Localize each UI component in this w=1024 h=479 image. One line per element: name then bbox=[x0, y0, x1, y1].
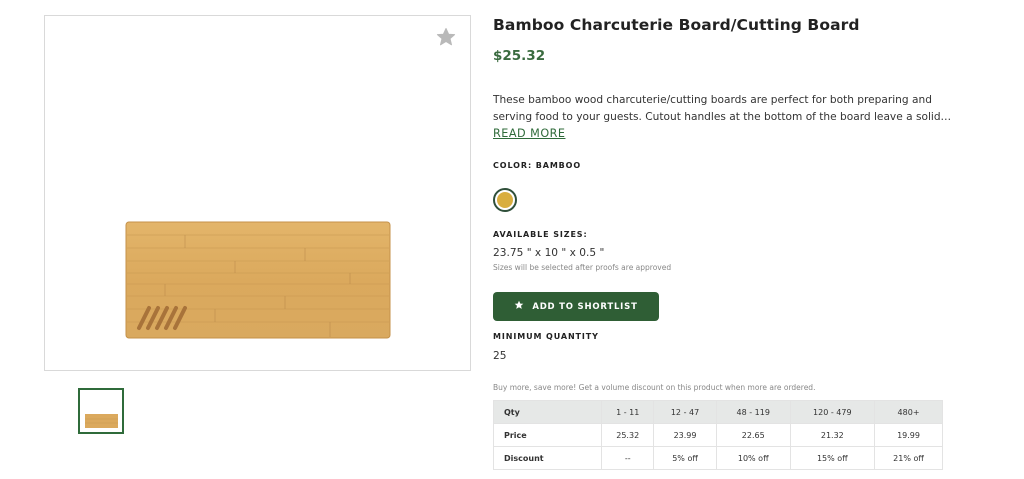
table-cell: 22.65 bbox=[715, 423, 791, 447]
table-cell: 21% off bbox=[874, 446, 943, 470]
table-row: Discount -- 5% off 10% off 15% off 21% o… bbox=[492, 446, 943, 470]
table-cell: 21.32 bbox=[789, 423, 876, 447]
minimum-quantity-label: MINIMUM QUANTITY bbox=[493, 332, 599, 341]
header-cell: 48 - 119 bbox=[715, 400, 791, 424]
volume-pricing-table: Qty 1 - 11 12 - 47 48 - 119 120 - 479 48… bbox=[492, 400, 943, 470]
shortlist-label: ADD TO SHORTLIST bbox=[532, 301, 638, 312]
size-value: 23.75 " x 10 " x 0.5 " bbox=[493, 247, 605, 259]
table-cell: 23.99 bbox=[653, 423, 717, 447]
color-label: COLOR: BAMBOO bbox=[493, 161, 582, 170]
cutting-board-illustration bbox=[125, 221, 391, 339]
color-swatch-fill bbox=[497, 192, 513, 208]
favorite-star-icon[interactable] bbox=[436, 27, 456, 47]
table-cell: -- bbox=[601, 446, 655, 470]
table-cell: 5% off bbox=[653, 446, 717, 470]
header-cell: 1 - 11 bbox=[601, 400, 655, 424]
table-cell: 10% off bbox=[715, 446, 791, 470]
table-cell: 19.99 bbox=[874, 423, 943, 447]
color-swatch-bamboo[interactable] bbox=[493, 188, 517, 212]
minimum-quantity-value: 25 bbox=[493, 350, 507, 362]
read-more-link[interactable]: READ MORE bbox=[493, 127, 565, 140]
product-price: $25.32 bbox=[493, 48, 546, 64]
product-description: These bamboo wood charcuterie/cutting bo… bbox=[493, 92, 953, 125]
header-cell: 120 - 479 bbox=[789, 400, 876, 424]
description-line: These bamboo wood charcuterie/cutting bo… bbox=[493, 94, 932, 106]
header-cell: Qty bbox=[492, 400, 603, 424]
size-note: Sizes will be selected after proofs are … bbox=[493, 263, 672, 272]
available-sizes-label: AVAILABLE SIZES: bbox=[493, 230, 588, 239]
table-cell: 25.32 bbox=[601, 423, 655, 447]
header-cell: 12 - 47 bbox=[653, 400, 717, 424]
product-thumbnail[interactable] bbox=[78, 388, 124, 434]
description-line: serving food to your guests. Cutout hand… bbox=[493, 110, 952, 123]
star-icon bbox=[514, 300, 524, 313]
table-cell: 15% off bbox=[789, 446, 876, 470]
header-cell: 480+ bbox=[874, 400, 943, 424]
table-row: Price 25.32 23.99 22.65 21.32 19.99 bbox=[492, 423, 943, 447]
product-title: Bamboo Charcuterie Board/Cutting Board bbox=[493, 16, 860, 34]
table-header-row: Qty 1 - 11 12 - 47 48 - 119 120 - 479 48… bbox=[492, 400, 943, 424]
row-label: Discount bbox=[492, 446, 603, 470]
product-main-image bbox=[44, 15, 471, 371]
volume-discount-note: Buy more, save more! Get a volume discou… bbox=[493, 383, 816, 392]
row-label: Price bbox=[492, 423, 603, 447]
add-to-shortlist-button[interactable]: ADD TO SHORTLIST bbox=[493, 292, 659, 321]
